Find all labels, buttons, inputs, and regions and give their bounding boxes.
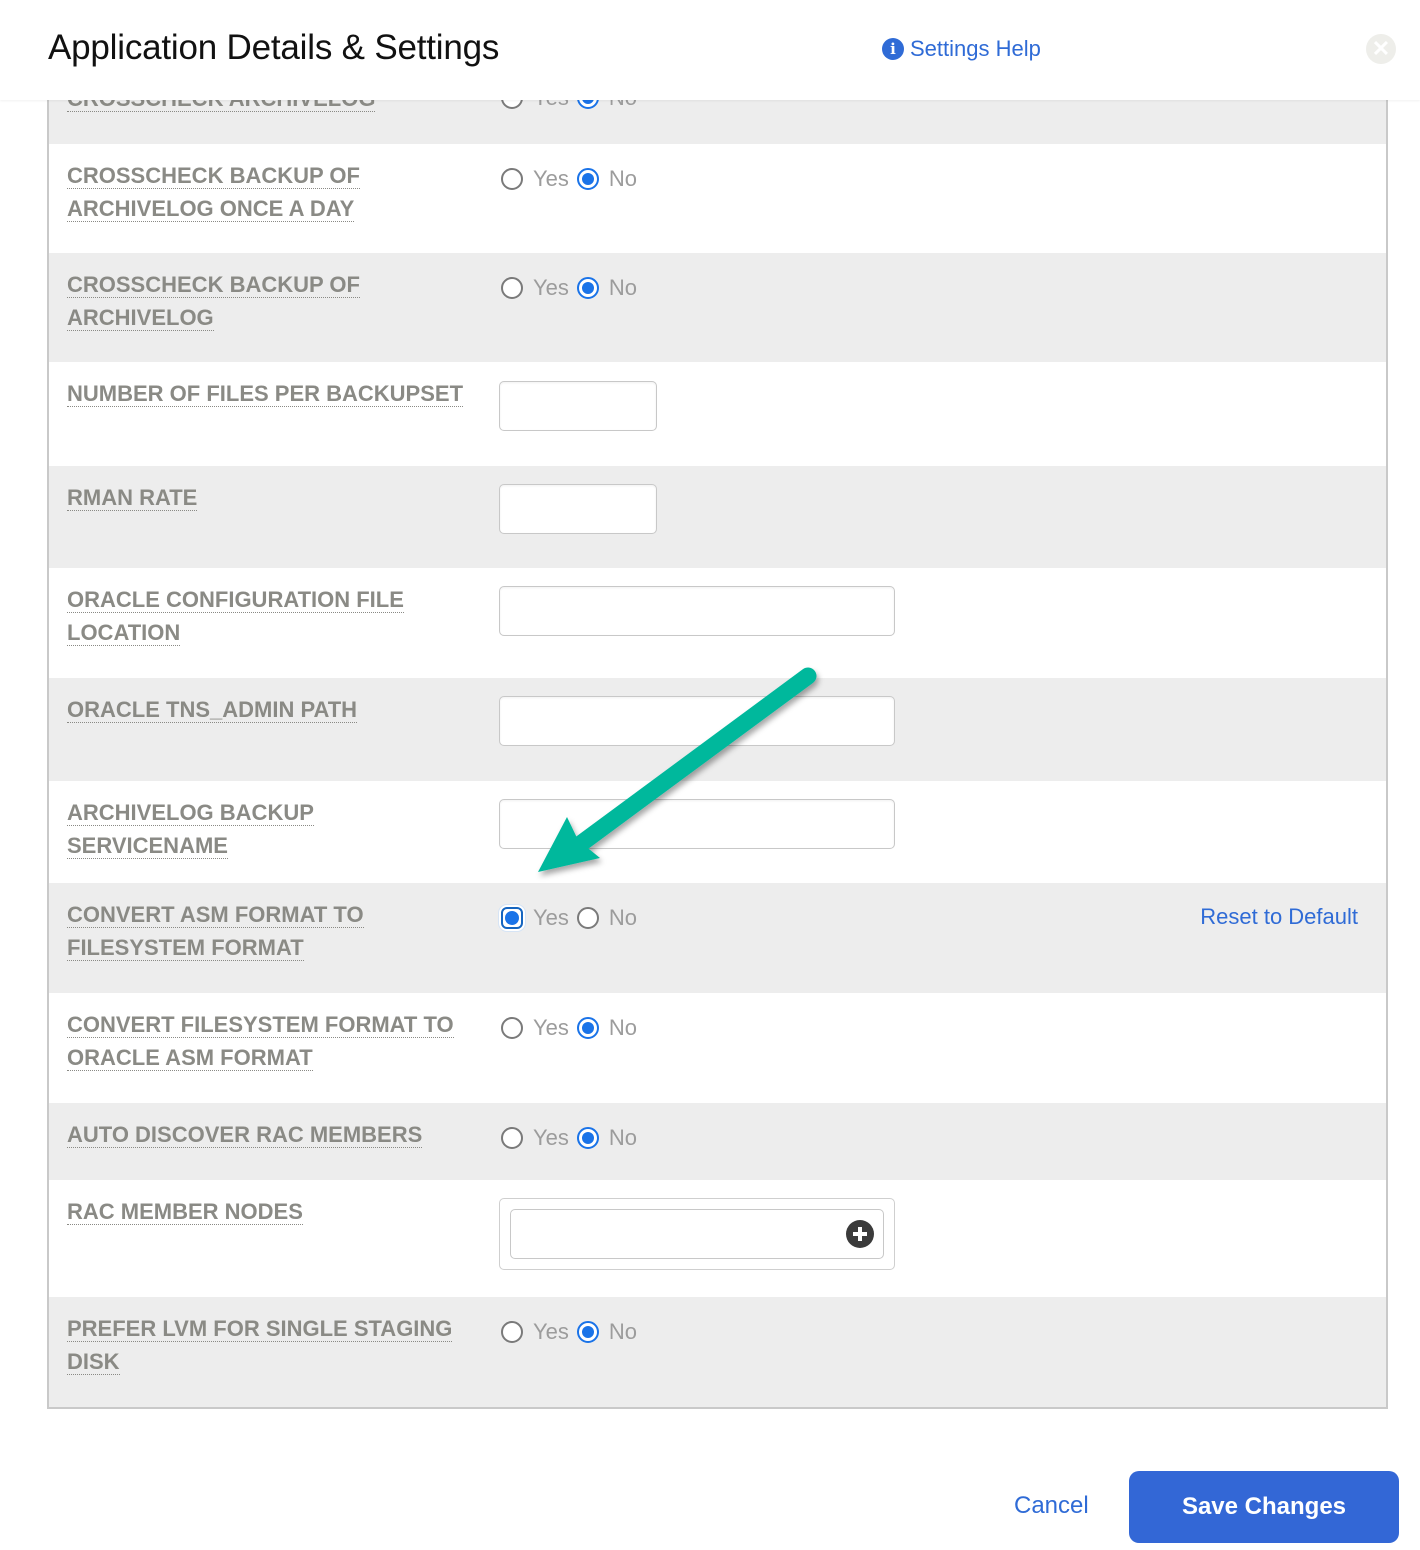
radio-no[interactable] bbox=[576, 1017, 599, 1039]
setting-row-rac-member-nodes: RAC MEMBER NODES bbox=[49, 1180, 1386, 1297]
radio-group: Yes No bbox=[501, 275, 645, 301]
setting-label: RAC MEMBER NODES bbox=[67, 1199, 303, 1225]
settings-help-link[interactable]: i Settings Help bbox=[882, 36, 1041, 62]
rac-member-nodes-field bbox=[499, 1198, 895, 1270]
radio-yes[interactable] bbox=[501, 907, 523, 929]
setting-label: CROSSCHECK BACKUP OF ARCHIVELOG bbox=[67, 272, 360, 331]
rac-member-nodes-input[interactable] bbox=[510, 1209, 884, 1259]
radio-group: Yes No bbox=[501, 1319, 645, 1345]
tns-admin-path-input[interactable] bbox=[499, 696, 895, 746]
radio-no[interactable] bbox=[576, 168, 599, 190]
setting-row-auto-discover-rac: AUTO DISCOVER RAC MEMBERS Yes No bbox=[49, 1103, 1386, 1180]
radio-group: Yes No bbox=[501, 905, 645, 931]
radio-no[interactable] bbox=[576, 907, 599, 929]
setting-row-rman-rate: RMAN RATE bbox=[49, 466, 1386, 568]
radio-group: Yes No bbox=[501, 1015, 645, 1041]
setting-label: AUTO DISCOVER RAC MEMBERS bbox=[67, 1122, 423, 1148]
plus-circle-icon[interactable] bbox=[846, 1220, 874, 1248]
setting-row-archivelog-servicename: ARCHIVELOG BACKUP SERVICENAME bbox=[49, 781, 1386, 883]
settings-panel: CROSSCHECK ARCHIVELOG Yes No CROSSCHECK … bbox=[47, 90, 1388, 1409]
setting-row-crosscheck-backup-archivelog: CROSSCHECK BACKUP OF ARCHIVELOG Yes No bbox=[49, 253, 1386, 362]
setting-label: PREFER LVM FOR SINGLE STAGING DISK bbox=[67, 1316, 453, 1375]
close-icon: ✕ bbox=[1371, 36, 1391, 61]
setting-label: NUMBER OF FILES PER BACKUPSET bbox=[67, 381, 464, 407]
radio-yes[interactable] bbox=[501, 1321, 523, 1343]
setting-row-crosscheck-backup-once-a-day: CROSSCHECK BACKUP OF ARCHIVELOG ONCE A D… bbox=[49, 144, 1386, 253]
radio-group: Yes No bbox=[501, 1125, 645, 1151]
setting-label: RMAN RATE bbox=[67, 485, 198, 511]
setting-row-files-per-backupset: NUMBER OF FILES PER BACKUPSET bbox=[49, 362, 1386, 466]
files-per-backupset-input[interactable] bbox=[499, 381, 657, 431]
settings-help-label: Settings Help bbox=[910, 36, 1041, 61]
dialog-header: Application Details & Settings i Setting… bbox=[0, 0, 1420, 100]
setting-label: CROSSCHECK BACKUP OF ARCHIVELOG ONCE A D… bbox=[67, 163, 360, 222]
rman-rate-input[interactable] bbox=[499, 484, 657, 534]
setting-label: ARCHIVELOG BACKUP SERVICENAME bbox=[67, 800, 314, 859]
setting-row-convert-asm-to-fs: CONVERT ASM FORMAT TO FILESYSTEM FORMAT … bbox=[49, 883, 1386, 993]
radio-no[interactable] bbox=[576, 1127, 599, 1149]
cancel-button[interactable]: Cancel bbox=[1014, 1492, 1089, 1520]
radio-no[interactable] bbox=[576, 1321, 599, 1343]
dialog-title: Application Details & Settings bbox=[48, 28, 500, 67]
archivelog-servicename-input[interactable] bbox=[499, 799, 895, 849]
setting-row-oracle-config-file: ORACLE CONFIGURATION FILE LOCATION bbox=[49, 568, 1386, 678]
oracle-config-file-input[interactable] bbox=[499, 586, 895, 636]
setting-row-convert-fs-to-asm: CONVERT FILESYSTEM FORMAT TO ORACLE ASM … bbox=[49, 993, 1386, 1103]
setting-row-prefer-lvm: PREFER LVM FOR SINGLE STAGING DISK Yes N… bbox=[49, 1297, 1386, 1407]
setting-label: ORACLE CONFIGURATION FILE LOCATION bbox=[67, 587, 404, 646]
close-button[interactable]: ✕ bbox=[1366, 34, 1396, 64]
setting-label: ORACLE TNS_ADMIN PATH bbox=[67, 697, 358, 723]
radio-yes[interactable] bbox=[501, 1127, 523, 1149]
radio-no[interactable] bbox=[576, 277, 599, 299]
radio-yes[interactable] bbox=[501, 277, 523, 299]
setting-label: CONVERT ASM FORMAT TO FILESYSTEM FORMAT bbox=[67, 902, 364, 961]
info-circle-icon: i bbox=[882, 38, 904, 60]
radio-group: Yes No bbox=[501, 166, 645, 192]
setting-label: CONVERT FILESYSTEM FORMAT TO ORACLE ASM … bbox=[67, 1012, 454, 1071]
save-changes-button[interactable]: Save Changes bbox=[1129, 1471, 1399, 1543]
reset-to-default-link[interactable]: Reset to Default bbox=[1200, 904, 1358, 930]
radio-yes[interactable] bbox=[501, 168, 523, 190]
setting-row-tns-admin-path: ORACLE TNS_ADMIN PATH bbox=[49, 678, 1386, 781]
radio-yes[interactable] bbox=[501, 1017, 523, 1039]
